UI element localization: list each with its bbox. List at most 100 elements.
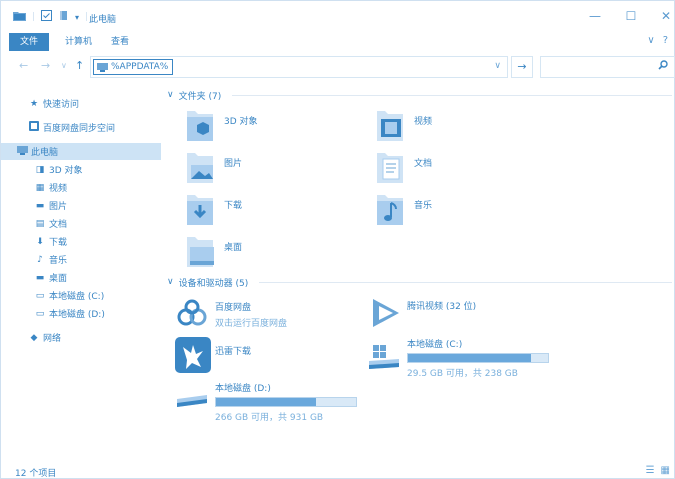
nav-item-documents[interactable]: ▤ 文档 bbox=[1, 215, 161, 232]
nav-label: 快速访问 bbox=[43, 100, 80, 110]
device-baidu-netdisk[interactable]: 百度网盘 双击运行百度网盘 bbox=[175, 297, 355, 331]
folder-label: 文档 bbox=[414, 159, 433, 169]
folder-label: 桌面 bbox=[224, 243, 243, 253]
folder-label: 图片 bbox=[224, 159, 243, 169]
address-input[interactable]: %APPDATA% bbox=[93, 59, 174, 75]
nav-label: 下载 bbox=[49, 238, 68, 248]
navigation-pane: ★ 快速访问 百度网盘同步空间 此电脑 ◨ 3D 对象 ▦ 视频 ▬ 图片 ▤ 文档 ⬇ 下… bbox=[1, 89, 161, 459]
baidu-sync-icon bbox=[27, 121, 41, 134]
status-bar: 12 个项目 ☰ ▦ bbox=[1, 463, 675, 479]
close-button[interactable]: ✕ bbox=[656, 9, 675, 25]
device-subtitle: 266 GB 可用，共 931 GB bbox=[215, 413, 324, 423]
pictures-icon: ▬ bbox=[35, 200, 45, 211]
maximize-button[interactable]: ☐ bbox=[621, 9, 641, 25]
folder-pictures[interactable]: 图片 bbox=[171, 149, 351, 189]
device-label: 腾讯视频 (32 位) bbox=[407, 302, 477, 312]
folder-3d-objects[interactable]: 3D 对象 bbox=[171, 107, 351, 147]
back-button[interactable]: ← bbox=[19, 59, 28, 72]
go-button[interactable]: → bbox=[511, 56, 533, 78]
ribbon-controls: ∨ ? bbox=[647, 35, 668, 46]
search-icon bbox=[658, 60, 668, 73]
search-input[interactable] bbox=[540, 56, 675, 78]
nav-item-pictures[interactable]: ▬ 图片 bbox=[1, 197, 161, 214]
folder-desktop[interactable]: 桌面 bbox=[171, 233, 351, 273]
drive-icon bbox=[177, 395, 207, 407]
address-dropdown-icon[interactable]: ∨ bbox=[494, 61, 501, 71]
downloads-folder-icon bbox=[187, 195, 213, 225]
usage-fill bbox=[216, 398, 316, 406]
nav-item-desktop[interactable]: ▬ 桌面 bbox=[1, 269, 161, 286]
folder-documents[interactable]: 文档 bbox=[361, 149, 541, 189]
folder-music[interactable]: 音乐 bbox=[361, 191, 541, 231]
quick-access-toolbar: | ▾ | bbox=[13, 10, 88, 24]
usage-fill bbox=[408, 354, 531, 362]
documents-folder-icon bbox=[377, 153, 403, 183]
folder-label: 3D 对象 bbox=[224, 117, 258, 127]
nav-item-drive-d[interactable]: ▭ 本地磁盘 (D:) bbox=[1, 305, 161, 322]
3d-objects-folder-icon bbox=[187, 111, 213, 141]
drive-icon: ▭ bbox=[35, 290, 45, 301]
details-view-icon[interactable]: ☰ bbox=[646, 465, 655, 476]
device-drive-d[interactable]: 本地磁盘 (D:) 266 GB 可用，共 931 GB bbox=[175, 381, 375, 423]
minimize-button[interactable]: — bbox=[585, 9, 605, 25]
folder-label: 下载 bbox=[224, 201, 243, 211]
chevron-down-icon: ∨ bbox=[167, 277, 174, 287]
drive-d-usage-bar bbox=[215, 397, 357, 407]
tab-view[interactable]: 查看 bbox=[103, 33, 137, 51]
properties-icon[interactable] bbox=[41, 10, 53, 24]
desktop-folder-icon bbox=[187, 237, 214, 267]
folders-group-header[interactable]: ∨ 文件夹 (7) bbox=[167, 88, 672, 102]
folder-downloads[interactable]: 下载 bbox=[171, 191, 351, 231]
tab-file[interactable]: 文件 bbox=[9, 33, 49, 51]
downloads-icon: ⬇ bbox=[36, 236, 44, 247]
window-title: 此电脑 bbox=[89, 15, 117, 25]
large-icons-view-icon[interactable]: ▦ bbox=[661, 465, 670, 476]
device-xunlei[interactable]: 迅雷下载 bbox=[175, 337, 355, 375]
nav-item-drive-c[interactable]: ▭ 本地磁盘 (C:) bbox=[1, 287, 161, 304]
baidu-netdisk-icon bbox=[177, 299, 207, 326]
folder-icon[interactable] bbox=[13, 10, 26, 24]
group-title: 设备和驱动器 (5) bbox=[178, 278, 249, 289]
recent-locations-button[interactable]: ∨ bbox=[61, 61, 67, 70]
up-button[interactable]: ↑ bbox=[75, 59, 84, 72]
help-icon[interactable]: ? bbox=[663, 35, 668, 46]
device-label: 本地磁盘 (C:) bbox=[407, 340, 463, 350]
forward-button[interactable]: → bbox=[41, 59, 50, 72]
video-folder-icon bbox=[377, 111, 403, 141]
nav-label: 文档 bbox=[49, 220, 68, 230]
xunlei-icon bbox=[175, 337, 211, 373]
nav-item-downloads[interactable]: ⬇ 下载 bbox=[1, 233, 161, 250]
tab-computer[interactable]: 计算机 bbox=[57, 33, 100, 51]
item-count: 12 个项目 bbox=[15, 469, 57, 479]
nav-item-quick-access[interactable]: ★ 快速访问 bbox=[1, 95, 161, 112]
device-subtitle: 29.5 GB 可用，共 238 GB bbox=[407, 369, 518, 379]
nav-label: 桌面 bbox=[49, 274, 68, 284]
customize-qat-icon[interactable]: ▾ bbox=[75, 13, 79, 22]
new-folder-icon[interactable] bbox=[58, 10, 69, 24]
music-folder-icon bbox=[377, 195, 403, 225]
devices-group-header[interactable]: ∨ 设备和驱动器 (5) bbox=[167, 275, 672, 289]
folder-video[interactable]: 视频 bbox=[361, 107, 541, 147]
computer-icon bbox=[15, 145, 29, 158]
nav-label: 本地磁盘 (C:) bbox=[49, 292, 105, 302]
address-row: ← → ∨ ↑ %APPDATA% ∨ → bbox=[1, 53, 675, 81]
expand-ribbon-icon[interactable]: ∨ bbox=[647, 35, 654, 46]
nav-item-network[interactable]: ◆ 网络 bbox=[1, 329, 161, 346]
documents-icon: ▤ bbox=[35, 218, 45, 229]
nav-label: 百度网盘同步空间 bbox=[43, 124, 116, 134]
nav-item-this-pc[interactable]: 此电脑 bbox=[1, 143, 161, 160]
desktop-icon: ▬ bbox=[35, 272, 45, 283]
address-bar[interactable]: %APPDATA% ∨ bbox=[90, 56, 508, 78]
nav-item-3d-objects[interactable]: ◨ 3D 对象 bbox=[1, 161, 161, 178]
nav-item-video[interactable]: ▦ 视频 bbox=[1, 179, 161, 196]
device-label: 本地磁盘 (D:) bbox=[215, 384, 271, 394]
nav-item-music[interactable]: ♪ 音乐 bbox=[1, 251, 161, 268]
nav-item-baidu-sync[interactable]: 百度网盘同步空间 bbox=[1, 119, 161, 136]
device-tencent-video[interactable]: 腾讯视频 (32 位) bbox=[367, 295, 547, 329]
address-value: %APPDATA% bbox=[111, 62, 169, 72]
device-subtitle: 双击运行百度网盘 bbox=[215, 319, 288, 329]
ribbon-tabs: 文件 计算机 查看 bbox=[1, 33, 675, 51]
pictures-folder-icon bbox=[187, 153, 213, 183]
drive-c-usage-bar bbox=[407, 353, 549, 363]
device-drive-c[interactable]: 本地磁盘 (C:) 29.5 GB 可用，共 238 GB bbox=[367, 337, 567, 379]
